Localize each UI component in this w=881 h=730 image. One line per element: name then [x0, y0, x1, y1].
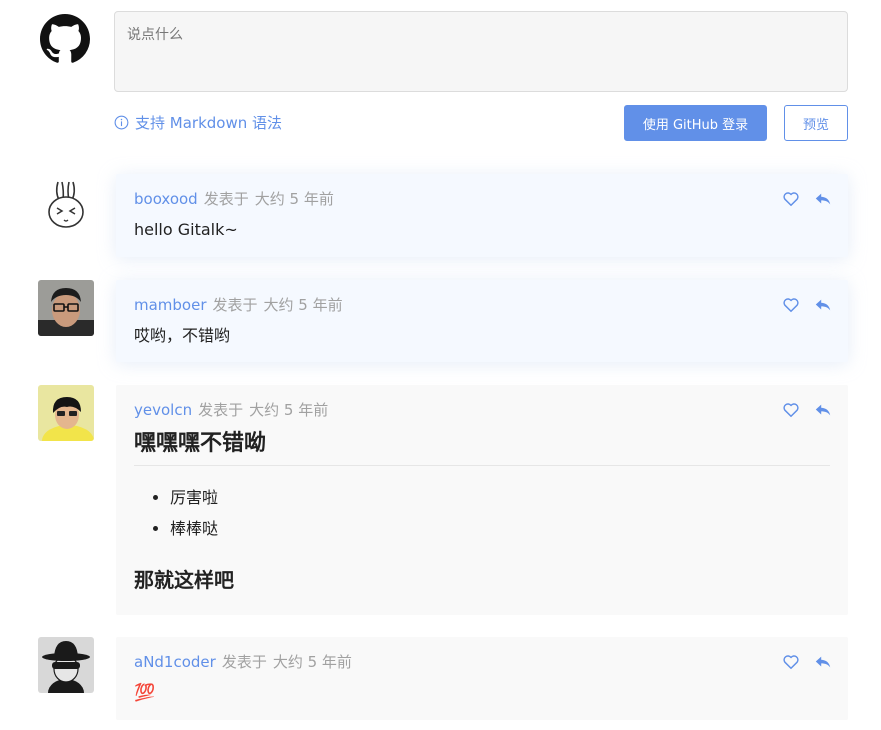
reply-arrow-icon[interactable] [814, 653, 832, 671]
comment-body: 哎哟，不错哟 [134, 326, 231, 345]
comment-time: 大约 5 年前 [263, 296, 343, 314]
github-login-label: 使用 GitHub 登录 [642, 117, 749, 133]
comment-body: hello Gitalk~ [134, 220, 238, 239]
gitalk-container: 支持 Markdown 语法 使用 GitHub 登录 预览 booxood 发表… [0, 0, 881, 730]
reply-arrow-icon[interactable] [814, 190, 832, 208]
person-yellow-avatar-icon[interactable] [38, 385, 94, 441]
markdown-tip-link[interactable]: 支持 Markdown 语法 [114, 112, 282, 132]
rabbit-avatar-icon[interactable] [38, 178, 94, 234]
comment-meta: mamboer 发表于 大约 5 年前 [134, 294, 830, 316]
comment-actions [782, 653, 832, 671]
comment-author-link[interactable]: mamboer [134, 296, 207, 314]
comment-input[interactable] [114, 11, 848, 92]
like-heart-icon[interactable] [782, 296, 800, 314]
info-icon [114, 115, 129, 130]
comment-card: booxood 发表于 大约 5 年前 hello Gitalk~ [116, 174, 848, 257]
github-login-button[interactable]: 使用 GitHub 登录 [624, 105, 767, 141]
like-heart-icon[interactable] [782, 401, 800, 419]
comment-card: yevolcn 发表于大约 5 年前 嘿嘿嘿不错呦 厉害啦 棒棒哒 那就这样吧 [116, 385, 848, 615]
comment-meta: yevolcn 发表于 大约 5 年前 [134, 399, 830, 421]
preview-label: 预览 [802, 117, 829, 133]
posted-label: 发表于 [203, 190, 249, 208]
comment-subheading: 那就这样吧 [134, 568, 234, 592]
comment-actions [782, 190, 832, 208]
github-logo-icon [40, 14, 90, 64]
preview-button[interactable]: 预览 [784, 105, 848, 141]
comment-author-link[interactable]: booxood [134, 190, 198, 208]
comment-meta: aNd1coder 发表于 大约 5 年前 [134, 651, 830, 673]
comment-time: 大约 5 年前 [272, 653, 352, 671]
comment-heading: 嘿嘿嘿不错呦 [134, 429, 830, 466]
reply-arrow-icon[interactable] [814, 401, 832, 419]
comment-author-link[interactable]: yevolcn [134, 401, 192, 419]
comment-body: 嘿嘿嘿不错呦 厉害啦 棒棒哒 那就这样吧 [134, 429, 830, 594]
comment-body-emoji: 💯 [134, 683, 156, 703]
person-glasses-avatar-icon[interactable] [38, 280, 94, 336]
like-heart-icon[interactable] [782, 653, 800, 671]
posted-label: 发表于 [212, 296, 258, 314]
like-heart-icon[interactable] [782, 190, 800, 208]
hat-person-avatar-icon[interactable] [38, 637, 94, 693]
comment-list: 厉害啦 棒棒哒 [170, 482, 830, 544]
reply-arrow-icon[interactable] [814, 296, 832, 314]
comment-author-link[interactable]: aNd1coder [134, 653, 216, 671]
comment-meta: booxood 发表于 大约 5 年前 [134, 188, 830, 210]
comment-card: aNd1coder 发表于 大约 5 年前 💯 [116, 637, 848, 720]
list-item: 厉害啦 [170, 482, 830, 513]
list-item: 棒棒哒 [170, 513, 830, 544]
comment-actions [782, 296, 832, 314]
comment-time: 大约 5 年前 [254, 190, 334, 208]
comment-actions [782, 401, 832, 419]
markdown-tip-label: 支持 Markdown 语法 [135, 113, 282, 132]
comment-card: mamboer 发表于 大约 5 年前 哎哟，不错哟 [116, 280, 848, 362]
posted-label: 发表于 [221, 653, 267, 671]
posted-label: 发表于 [198, 401, 244, 419]
comment-time: 大约 5 年前 [249, 401, 329, 419]
